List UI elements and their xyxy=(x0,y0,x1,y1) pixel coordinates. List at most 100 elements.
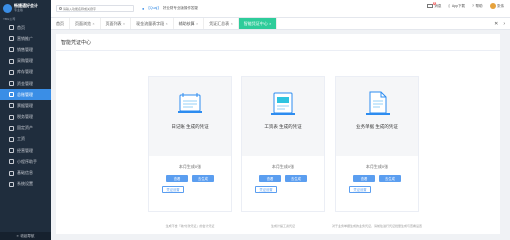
card-note: 生成不含「收/付款凭证」的会计凭证 xyxy=(165,224,215,228)
search-input[interactable] xyxy=(62,6,131,11)
sidebar-item[interactable]: 系统设置 xyxy=(0,179,51,190)
user-menu[interactable]: 张伟 xyxy=(489,3,504,9)
tab[interactable]: 页面浏览 × xyxy=(70,18,101,29)
sidebar-item[interactable]: 经营管理 xyxy=(0,145,51,156)
card-title: 工资表 生成的凭证 xyxy=(264,124,302,129)
generate-button[interactable]: 去生成 xyxy=(285,175,307,182)
close-all-icon[interactable]: ✕ xyxy=(494,21,498,27)
card-actions: 查看 去生成 xyxy=(149,175,231,182)
search-box[interactable] xyxy=(56,5,134,12)
sidebar-item[interactable]: 小程序助手 xyxy=(0,156,51,167)
view-button[interactable]: 查看 xyxy=(259,175,281,182)
tab[interactable]: 辅助核算 × xyxy=(174,18,205,29)
sidebar-item-label: 经营管理 xyxy=(17,147,33,153)
notice-bar[interactable]: ● 【Quaj】 好业财专业版操作答疑 xyxy=(142,6,198,11)
card-count: 本月生成0张 xyxy=(365,164,389,169)
tab[interactable]: 智能凭证中心 × xyxy=(238,18,278,29)
sidebar-item[interactable]: 销售管理 xyxy=(0,44,51,55)
close-tab-icon[interactable]: × xyxy=(269,22,271,26)
sidebar-item[interactable]: 票据管理 xyxy=(0,100,51,111)
generate-button[interactable]: 去生成 xyxy=(379,175,401,182)
bill-icon xyxy=(9,103,14,109)
tab[interactable]: 现金流量表字段 × xyxy=(131,18,174,29)
voucher-settings-button[interactable]: 凭证设置 xyxy=(162,186,184,193)
close-tab-icon[interactable]: × xyxy=(196,22,198,26)
sidebar-item[interactable]: 库存管理 xyxy=(0,67,51,78)
card-title: 业务单据 生成的凭证 xyxy=(356,124,398,129)
sidebar-item[interactable]: 工资 xyxy=(0,134,51,145)
tabs-tools: ✕ › xyxy=(494,18,510,29)
sidebar-item[interactable]: 固定资产 xyxy=(0,123,51,134)
help-label: 帮助 xyxy=(475,3,483,8)
voucher-settings-button[interactable]: 凭证设置 xyxy=(255,186,277,193)
collapse-label: 收起导航 xyxy=(20,233,35,238)
card-actions: 查看 去生成 xyxy=(242,175,324,182)
notice-text: 好业财专业版操作答疑 xyxy=(162,6,198,10)
sidebar-item[interactable]: 营销推广 xyxy=(0,33,51,44)
logo-text: 畅捷通好会计 专业版 xyxy=(14,4,38,13)
tab[interactable]: 凭证汇总表 × xyxy=(204,18,239,29)
app-download-button[interactable]: ▯ App下载 xyxy=(448,4,465,9)
ledger-icon xyxy=(9,92,14,98)
card-actions: 查看 去生成 xyxy=(336,175,418,182)
avatar xyxy=(489,3,496,9)
sidebar-item[interactable]: 总账管理 xyxy=(0,89,51,101)
tab[interactable]: 页面列表 × xyxy=(101,18,132,29)
tab-label: 首页 xyxy=(56,20,64,26)
close-tab-icon[interactable]: × xyxy=(93,22,95,26)
card-actions-2: 凭证设置 xyxy=(336,186,418,193)
app-download-label: App下载 xyxy=(451,3,466,8)
sidebar-item[interactable]: 采购管理 xyxy=(0,56,51,67)
view-button[interactable]: 查看 xyxy=(166,175,188,182)
top-right-tools: 8 消息 ▯ App下载 ? 帮助 张伟 xyxy=(426,2,504,9)
tab-label: 现金流量表字段 xyxy=(136,20,165,26)
messages-button[interactable]: 8 消息 xyxy=(426,2,441,9)
message-count-badge: 8 xyxy=(432,2,436,5)
sidebar-menu: 首页营销推广销售管理采购管理库存管理 资金管理 总账管理 票据管理税务管理固定资产工资… xyxy=(0,22,51,190)
collapse-sidebar-button[interactable]: ≡ 收起导航 xyxy=(0,232,51,240)
sidebar-item-label: 税务管理 xyxy=(17,114,33,120)
card-actions-2: 凭证设置 xyxy=(149,186,231,193)
help-button[interactable]: ? 帮助 xyxy=(472,4,482,9)
sidebar-item-label: 工资 xyxy=(17,136,25,142)
close-tab-icon[interactable]: × xyxy=(166,22,168,26)
tab-label: 凭证汇总表 xyxy=(209,20,230,26)
card-count: 本月生成0张 xyxy=(178,164,202,169)
cart-icon xyxy=(9,58,14,64)
close-tab-icon[interactable]: × xyxy=(123,22,125,26)
generate-button[interactable]: 去生成 xyxy=(192,175,214,182)
sidebar-item-label: 小程序助手 xyxy=(17,158,37,164)
gear-icon xyxy=(9,181,14,187)
salary-icon xyxy=(9,136,14,142)
sidebar-item-label: 销售管理 xyxy=(17,46,33,52)
sidebar-item[interactable]: 基础信息 xyxy=(0,167,51,178)
home-icon xyxy=(9,25,14,31)
mail-icon: 8 xyxy=(426,2,436,8)
sidebar-item-label: 营销推广 xyxy=(17,35,33,41)
tab[interactable]: 首页 xyxy=(51,18,70,29)
tabs-bar: 首页 页面浏览 × 页面列表 × 现金流量表字段 × 辅助核算 × 凭证汇总表 × 智能凭证中心 × ✕… xyxy=(51,18,510,30)
sidebar-item-label: 票据管理 xyxy=(17,102,33,108)
journal-voucher-card: 日记账 生成的凭证 本月生成0张 查看 去生成 凭证设置 xyxy=(148,76,232,212)
help-icon: ? xyxy=(472,4,474,8)
more-tabs-icon[interactable]: › xyxy=(503,21,505,27)
tab-label: 页面列表 xyxy=(105,20,122,26)
sidebar-item[interactable]: 税务管理 xyxy=(0,112,51,123)
title-divider xyxy=(56,50,500,51)
card-note: 生成计提工资凭证 xyxy=(270,224,295,228)
wallet-icon xyxy=(9,81,14,87)
close-tab-icon[interactable]: × xyxy=(231,22,233,26)
sidebar-item[interactable]: 资金管理 xyxy=(0,78,51,89)
tabs-list: 首页 页面浏览 × 页面列表 × 现金流量表字段 × 辅助核算 × 凭证汇总表 × 智能凭证中心 × xyxy=(51,18,278,29)
payroll-icon xyxy=(271,92,295,115)
sidebar-item-label: 系统设置 xyxy=(17,181,33,187)
voucher-settings-button[interactable]: 凭证设置 xyxy=(349,186,371,193)
page-title: 智能凭证中心 xyxy=(61,40,92,46)
tab-label: 智能凭证中心 xyxy=(243,20,268,26)
card-header: 业务单据 生成的凭证 xyxy=(336,77,418,156)
view-button[interactable]: 查看 xyxy=(353,175,375,182)
sidebar-item-label: 采购管理 xyxy=(17,58,33,64)
logo[interactable]: 畅捷通好会计 专业版 xyxy=(0,0,51,16)
sidebar-item[interactable]: 首页 xyxy=(0,22,51,33)
tab-label: 页面浏览 xyxy=(75,20,91,26)
